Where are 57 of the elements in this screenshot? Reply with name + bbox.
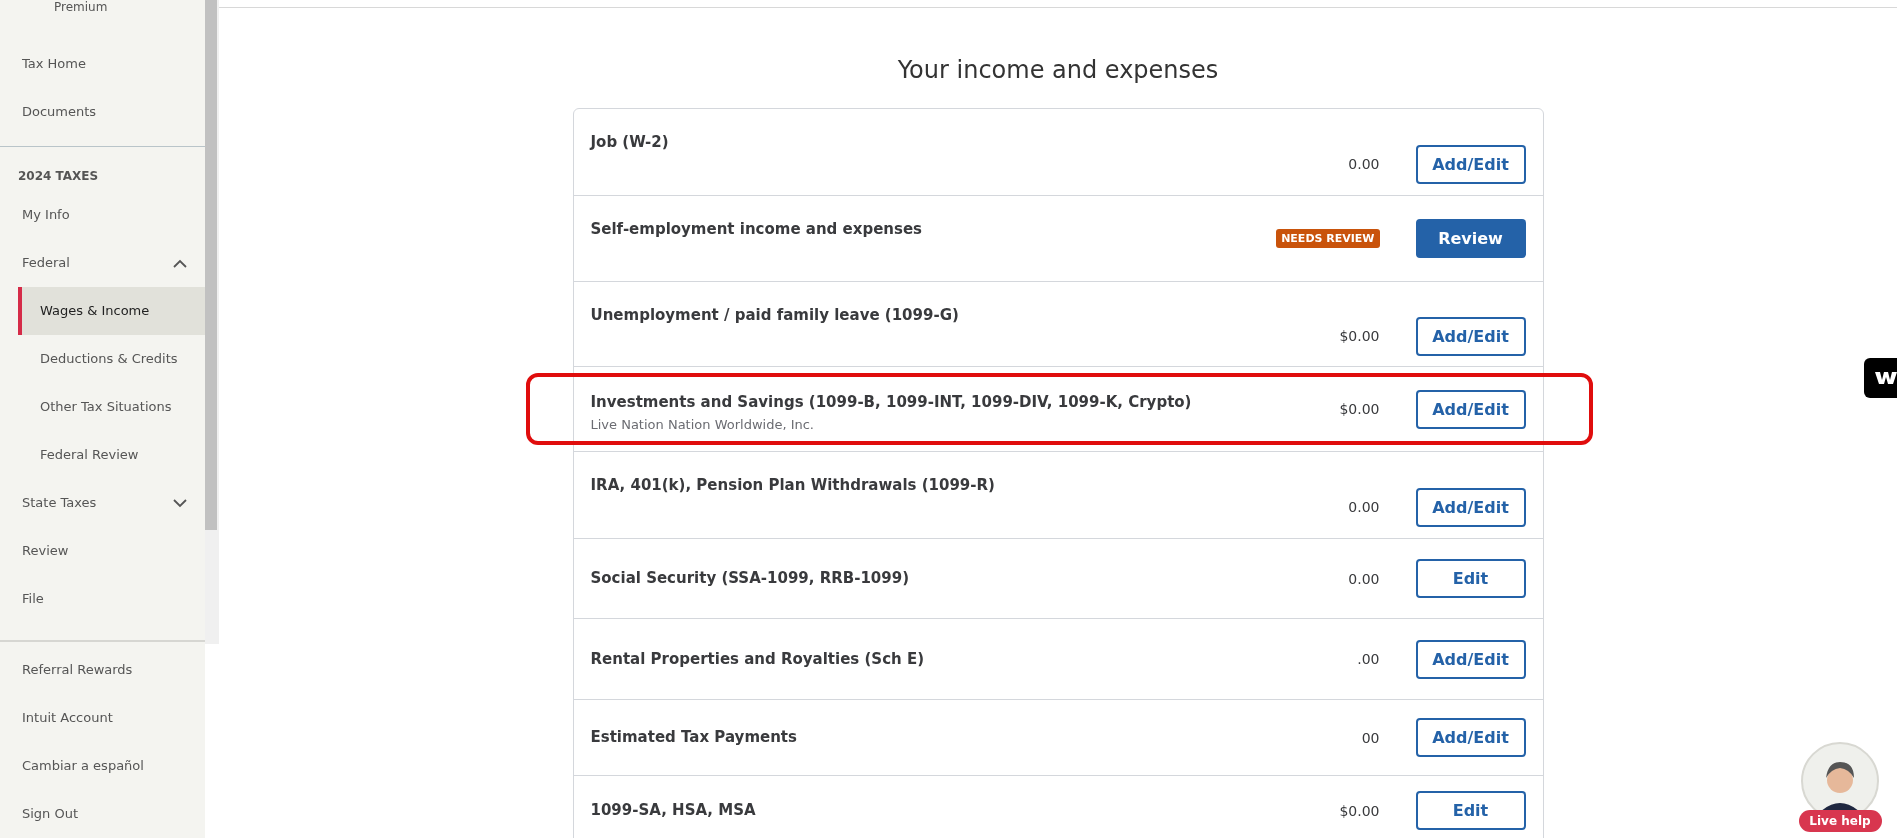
sidebar-item[interactable]: Federal [0, 239, 205, 287]
sidebar-link[interactable]: Sign Out [0, 790, 205, 838]
section-heading: 2024 TAXES [17, 168, 100, 185]
sidebar-subitem[interactable]: Federal Review [18, 431, 205, 479]
edit-button[interactable]: Add/Edit [1415, 718, 1526, 757]
amount: 0.00 [1348, 570, 1380, 587]
chevron-down-icon[interactable] [173, 498, 187, 508]
row-title: Investments and Savings (1099-B, 1099-INT, 1099-DIV, 1099-K, Crypto) [590, 393, 1193, 411]
sidebar-label: Review [22, 542, 69, 560]
sidebar-item[interactable]: Documents [0, 88, 205, 136]
amount: 0.00 [1348, 156, 1380, 172]
amount: $0.00 [1339, 802, 1380, 819]
sidebar-link[interactable]: Referral Rewards [0, 646, 205, 694]
sidebar-label: Federal [22, 254, 70, 272]
amount: 00 [1361, 729, 1380, 746]
row-title: Job (W-2) [590, 133, 670, 151]
sidebar-item[interactable]: Tax Home [0, 40, 205, 88]
scrollbar-thumb[interactable] [205, 0, 217, 530]
chevron-up-icon[interactable] [173, 258, 187, 268]
sidebar-subitem[interactable]: Other Tax Situations [18, 383, 205, 431]
sidebar-link[interactable]: Cambiar a español [0, 742, 205, 790]
side-widget-tab[interactable] [1864, 358, 1897, 398]
amount: .00 [1357, 651, 1380, 667]
sidebar-link[interactable]: Intuit Account [0, 694, 205, 742]
edit-button[interactable]: Add/Edit [1415, 144, 1526, 184]
edit-button[interactable]: Add/Edit [1415, 487, 1526, 527]
row-title: Unemployment / paid family leave (1099-G) [590, 306, 960, 324]
sidebar-item[interactable]: My Info [0, 191, 205, 239]
edit-button[interactable]: Edit [1415, 559, 1526, 598]
sidebar-label: My Info [22, 206, 70, 224]
status-badge: NEEDS REVIEW [1276, 229, 1380, 248]
edit-button[interactable]: Add/Edit [1415, 389, 1526, 429]
sidebar-item[interactable]: Review [0, 527, 205, 575]
sidebar-subitem[interactable]: Wages & Income [18, 287, 205, 335]
row-subtitle: Live Nation Nation Worldwide, Inc. [590, 417, 815, 432]
amount: $0.00 [1339, 401, 1380, 417]
edit-button[interactable]: Add/Edit [1415, 316, 1526, 356]
amount: $0.00 [1339, 328, 1380, 344]
row-title: Rental Properties and Royalties (Sch E) [590, 649, 926, 668]
sidebar-item[interactable]: File [0, 575, 205, 623]
page-title: Your income and expenses [897, 56, 1219, 84]
edit-button[interactable]: Edit [1415, 791, 1526, 830]
row-title: Estimated Tax Payments [590, 728, 798, 746]
row-title: IRA, 401(k), Pension Plan Withdrawals (1099-R) [590, 476, 996, 494]
row-title: Social Security (SSA-1099, RRB-1099) [590, 569, 911, 587]
edit-button[interactable]: Add/Edit [1415, 639, 1526, 679]
sidebar-label: State Taxes [22, 494, 97, 512]
sidebar-item[interactable]: State Taxes [0, 479, 205, 527]
row-title: 1099-SA, HSA, MSA [590, 801, 757, 819]
sidebar-subitem[interactable]: Deductions & Credits [18, 335, 205, 383]
sidebar-label: File [22, 590, 44, 608]
live-help-button[interactable]: Live help [1798, 810, 1882, 832]
row-title: Self-employment income and expenses [590, 220, 924, 238]
amount: 0.00 [1348, 499, 1380, 515]
review-button[interactable]: Review [1415, 219, 1526, 258]
w-logo-icon [1875, 371, 1897, 385]
plan-name: Premium [53, 0, 109, 16]
